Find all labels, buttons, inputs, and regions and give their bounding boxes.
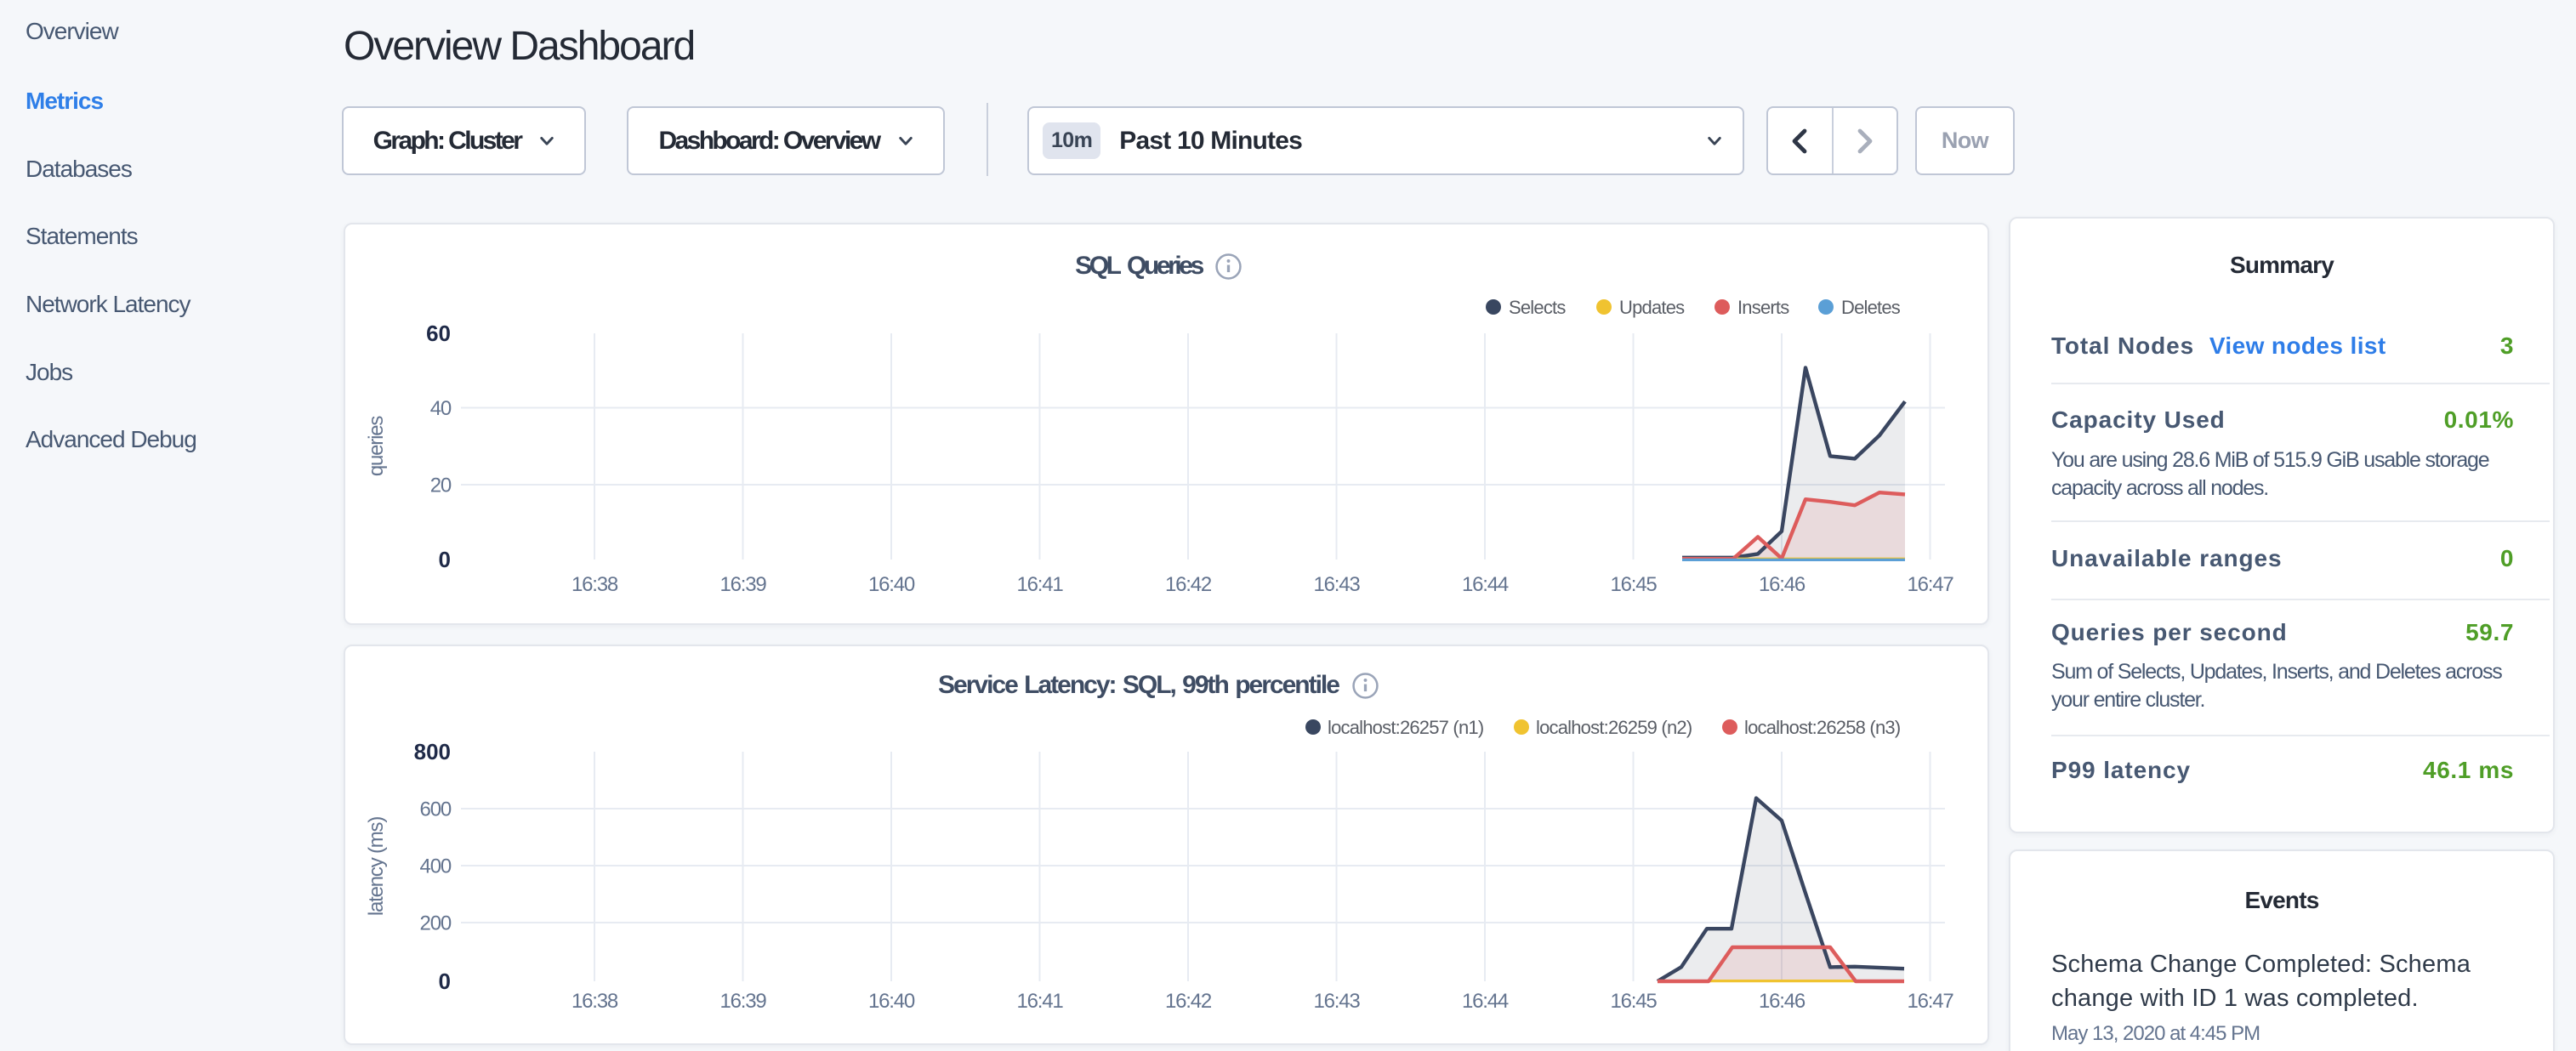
svg-text:16:39: 16:39 bbox=[719, 990, 766, 1013]
svg-text:16:46: 16:46 bbox=[1759, 990, 1805, 1013]
svg-text:16:41: 16:41 bbox=[1016, 990, 1063, 1013]
svg-text:16:38: 16:38 bbox=[571, 573, 618, 596]
svg-text:20: 20 bbox=[430, 474, 452, 497]
svg-text:16:41: 16:41 bbox=[1016, 573, 1063, 596]
svg-text:16:40: 16:40 bbox=[868, 990, 915, 1013]
svg-text:16:43: 16:43 bbox=[1313, 990, 1360, 1013]
svg-text:16:44: 16:44 bbox=[1462, 573, 1509, 596]
svg-text:Updates: Updates bbox=[1619, 297, 1685, 318]
svg-text:16:47: 16:47 bbox=[1907, 573, 1953, 596]
svg-text:600: 600 bbox=[420, 798, 452, 821]
svg-text:Deletes: Deletes bbox=[1841, 297, 1901, 318]
svg-text:16:47: 16:47 bbox=[1907, 990, 1953, 1013]
svg-text:Selects: Selects bbox=[1509, 297, 1566, 318]
svg-text:16:46: 16:46 bbox=[1759, 573, 1805, 596]
svg-text:localhost:26257 (n1): localhost:26257 (n1) bbox=[1328, 717, 1483, 738]
svg-text:16:45: 16:45 bbox=[1610, 573, 1657, 596]
svg-text:200: 200 bbox=[420, 912, 452, 935]
svg-text:40: 40 bbox=[430, 397, 452, 420]
svg-text:16:42: 16:42 bbox=[1165, 990, 1212, 1013]
svg-text:16:45: 16:45 bbox=[1610, 990, 1657, 1013]
svg-text:16:38: 16:38 bbox=[571, 990, 618, 1013]
svg-text:16:44: 16:44 bbox=[1462, 990, 1509, 1013]
svg-text:latency (ms): latency (ms) bbox=[365, 817, 388, 916]
svg-text:16:42: 16:42 bbox=[1165, 573, 1212, 596]
svg-text:16:39: 16:39 bbox=[719, 573, 766, 596]
svg-text:queries: queries bbox=[365, 416, 388, 477]
svg-text:800: 800 bbox=[414, 739, 451, 764]
svg-text:0: 0 bbox=[439, 547, 451, 572]
svg-text:Inserts: Inserts bbox=[1737, 297, 1789, 318]
svg-text:localhost:26258 (n3): localhost:26258 (n3) bbox=[1744, 717, 1900, 738]
svg-text:60: 60 bbox=[426, 321, 451, 346]
svg-text:400: 400 bbox=[420, 855, 452, 878]
svg-text:0: 0 bbox=[439, 969, 451, 994]
svg-text:localhost:26259 (n2): localhost:26259 (n2) bbox=[1536, 717, 1692, 738]
svg-text:16:40: 16:40 bbox=[868, 573, 915, 596]
svg-text:16:43: 16:43 bbox=[1313, 573, 1360, 596]
